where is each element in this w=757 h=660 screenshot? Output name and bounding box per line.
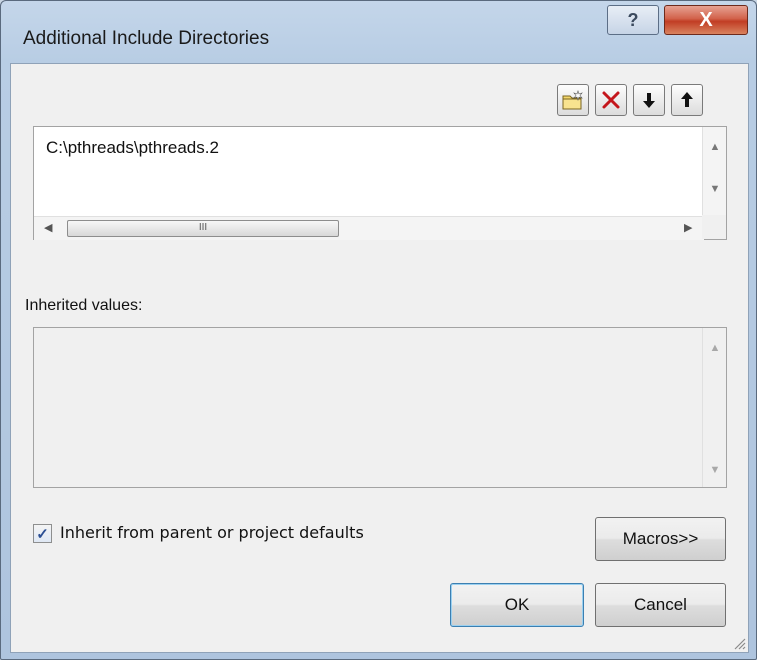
inherited-values-listbox: ▲ ▼ <box>33 327 727 488</box>
vertical-scrollbar[interactable]: ▲ ▼ <box>702 127 726 216</box>
scroll-left-icon[interactable]: ◀ <box>44 221 52 234</box>
dialog-title: Additional Include Directories <box>23 28 270 49</box>
close-icon: X <box>699 8 713 31</box>
scroll-down-icon[interactable]: ▼ <box>703 183 727 195</box>
arrow-up-icon <box>681 92 693 107</box>
resize-grip-icon[interactable] <box>732 636 746 650</box>
inherited-vertical-scrollbar: ▲ ▼ <box>702 328 726 487</box>
move-down-button[interactable] <box>633 84 665 116</box>
close-button[interactable]: X <box>664 5 748 35</box>
new-line-button[interactable] <box>557 84 589 116</box>
directories-listbox[interactable]: C:\pthreads\pthreads.2 ▲ ▼ ◀ III ▶ <box>33 126 727 240</box>
delete-x-icon <box>602 91 620 109</box>
scroll-up-icon: ▲ <box>709 342 721 354</box>
inherit-checkbox[interactable]: ✓ <box>33 524 52 543</box>
scroll-up-icon[interactable]: ▲ <box>703 141 727 153</box>
folder-new-icon <box>562 90 583 110</box>
scroll-right-icon[interactable]: ▶ <box>684 221 692 234</box>
help-button[interactable]: ? <box>607 5 659 35</box>
arrow-down-icon <box>643 93 655 108</box>
inherited-values-label: Inherited values: <box>25 297 143 314</box>
title-bar[interactable]: Additional Include Directories ? X <box>1 1 756 63</box>
list-item[interactable]: C:\pthreads\pthreads.2 <box>46 138 219 158</box>
inherit-checkbox-label[interactable]: Inherit from parent or project defaults <box>60 523 364 542</box>
ok-button[interactable]: OK <box>450 583 584 627</box>
scrollbar-corner <box>702 215 726 239</box>
horizontal-scroll-thumb[interactable]: III <box>67 220 339 237</box>
dialog-client-area: C:\pthreads\pthreads.2 ▲ ▼ ◀ III ▶ Inher… <box>10 63 749 653</box>
cancel-button[interactable]: Cancel <box>595 583 726 627</box>
delete-button[interactable] <box>595 84 627 116</box>
macros-button[interactable]: Macros>> <box>595 517 726 561</box>
horizontal-scrollbar[interactable]: ◀ III ▶ <box>34 216 704 240</box>
help-icon: ? <box>627 9 639 30</box>
checkmark-icon: ✓ <box>36 525 49 543</box>
scroll-down-icon: ▼ <box>709 464 721 476</box>
move-up-button[interactable] <box>671 84 703 116</box>
dialog-window: Additional Include Directories ? X C:\pt… <box>0 0 757 660</box>
